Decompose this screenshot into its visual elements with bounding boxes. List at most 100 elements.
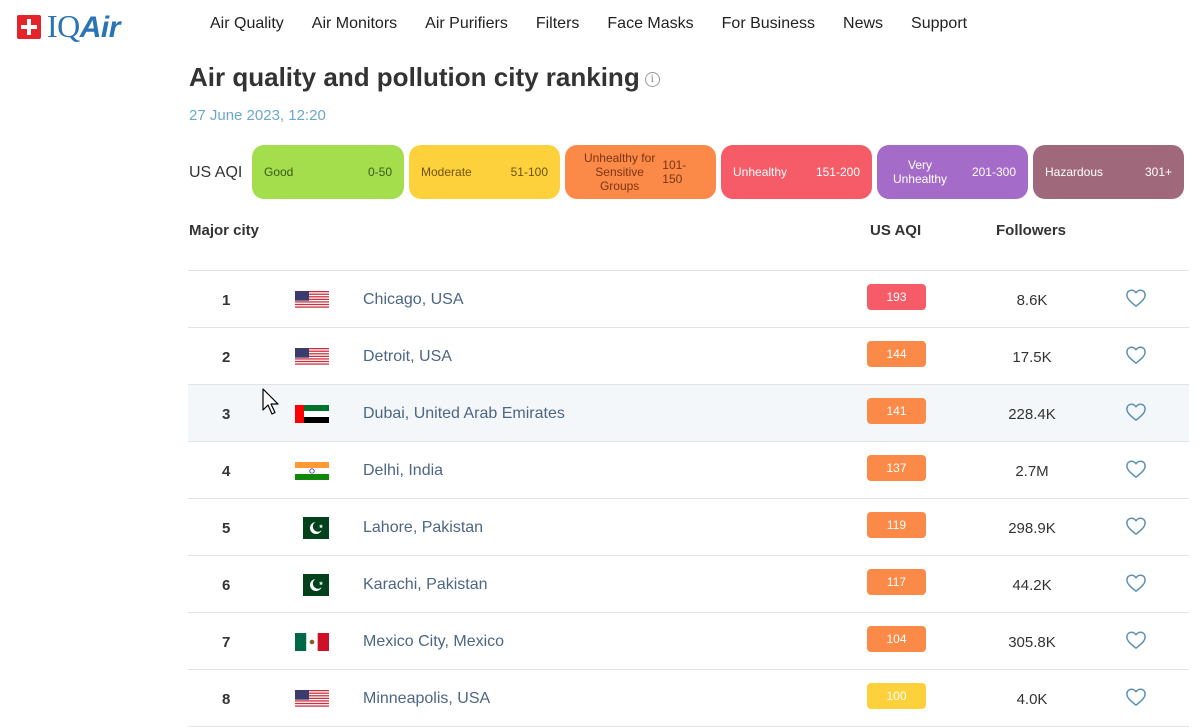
heart-icon[interactable] (1125, 573, 1147, 593)
rank-number: 4 (222, 463, 231, 480)
heart-icon[interactable] (1125, 630, 1147, 650)
iqair-logo[interactable]: IQAir (17, 8, 120, 44)
heart-icon[interactable] (1125, 402, 1147, 422)
legend-unhealthy: Unhealthy 151-200 (721, 145, 872, 199)
table-row[interactable]: 6 Karachi, Pakistan 117 44.2K (188, 556, 1189, 613)
nav-for-business[interactable]: For Business (722, 15, 815, 33)
city-link[interactable]: Dubai, United Arab Emirates (363, 405, 565, 423)
legend-range: 201-300 (971, 165, 1016, 179)
table-row[interactable]: 8 Minneapolis, USA 100 4.0K (188, 670, 1189, 727)
aqi-badge: 193 (867, 284, 926, 310)
legend-range: 51-100 (510, 165, 548, 179)
legend-name: Good (264, 165, 294, 179)
nav-support[interactable]: Support (911, 15, 967, 33)
aqi-badge: 141 (867, 398, 926, 424)
aqi-badge: 137 (867, 455, 926, 481)
legend-very-unhealthy: Very Unhealthy 201-300 (877, 145, 1028, 199)
city-link[interactable]: Delhi, India (363, 462, 443, 480)
legend-range: 101-150 (662, 158, 687, 186)
legend-name: Unhealthy (733, 165, 788, 179)
nav-air-purifiers[interactable]: Air Purifiers (425, 15, 508, 33)
rank-number: 6 (222, 577, 231, 594)
heart-icon[interactable] (1125, 288, 1147, 308)
country-flag (295, 690, 329, 708)
legend-unhealthy-sensitive: Unhealthy for Sensitive Groups 101-150 (565, 145, 716, 199)
nav-face-masks[interactable]: Face Masks (607, 15, 693, 33)
table-row[interactable]: 3 Dubai, United Arab Emirates 141 228.4K (188, 385, 1189, 442)
followers-count: 2.7M (1015, 463, 1049, 480)
legend-moderate: Moderate 51-100 (409, 145, 560, 199)
aqi-badge: 104 (867, 626, 926, 652)
ranking-table: 1 Chicago, USA 193 8.6K 2 Detroit, USA 144 17.5… (188, 271, 1189, 727)
column-header-followers: Followers (996, 222, 1067, 239)
legend-label: US AQI (189, 164, 243, 181)
country-flag (303, 574, 329, 596)
rank-number: 2 (222, 349, 231, 366)
city-link[interactable]: Detroit, USA (363, 348, 452, 366)
usa-flag-icon (295, 291, 329, 309)
usa-flag-icon (295, 690, 329, 708)
table-row[interactable]: 4 Delhi, India 137 2.7M (188, 442, 1189, 499)
legend-hazardous: Hazardous 301+ (1033, 145, 1184, 199)
rank-number: 3 (222, 406, 231, 423)
table-row[interactable]: 7 Mexico City, Mexico 104 305.8K (188, 613, 1189, 670)
table-row[interactable]: 2 Detroit, USA 144 17.5K (188, 328, 1189, 385)
heart-icon[interactable] (1125, 516, 1147, 536)
column-header-city: Major city (189, 222, 260, 239)
mexico-flag-icon (295, 633, 329, 651)
nav-air-monitors[interactable]: Air Monitors (312, 15, 397, 33)
city-link[interactable]: Lahore, Pakistan (363, 519, 483, 537)
nav-filters[interactable]: Filters (536, 15, 580, 33)
nav-air-quality[interactable]: Air Quality (210, 15, 284, 33)
rank-number: 1 (222, 292, 231, 309)
info-icon[interactable]: i (644, 72, 660, 87)
legend-range: 0-50 (367, 165, 392, 179)
city-link[interactable]: Minneapolis, USA (363, 690, 490, 708)
rank-number: 7 (222, 634, 231, 651)
usa-flag-icon (295, 348, 329, 366)
followers-count: 17.5K (1012, 349, 1052, 366)
pakistan-flag-icon (303, 574, 329, 596)
country-flag (295, 462, 329, 480)
swiss-flag-icon (17, 15, 41, 39)
ranking-date: 27 June 2023, 12:20 (189, 107, 326, 124)
legend-good: Good 0-50 (252, 145, 404, 199)
followers-count: 4.0K (1016, 691, 1048, 708)
city-link[interactable]: Chicago, USA (363, 291, 464, 309)
column-header-aqi: US AQI (870, 222, 922, 239)
mouse-cursor-icon (262, 388, 279, 415)
followers-count: 44.2K (1012, 577, 1052, 594)
legend-name: Moderate (421, 165, 472, 179)
main-nav: Air Quality Air Monitors Air Purifiers F… (210, 15, 995, 33)
uae-flag-icon (295, 405, 329, 423)
rank-number: 5 (222, 520, 231, 537)
followers-count: 228.4K (1008, 406, 1056, 423)
followers-count: 298.9K (1008, 520, 1056, 537)
country-flag (295, 633, 329, 651)
country-flag (295, 348, 329, 366)
heart-icon[interactable] (1125, 459, 1147, 479)
page-title: Air quality and pollution city ranking i (189, 62, 660, 93)
india-flag-icon (295, 462, 329, 480)
legend-name: Unhealthy for Sensitive Groups (583, 151, 656, 193)
city-link[interactable]: Karachi, Pakistan (363, 576, 488, 594)
table-row[interactable]: 5 Lahore, Pakistan 119 298.9K (188, 499, 1189, 556)
brand-name: IQAir (47, 8, 120, 44)
aqi-badge: 117 (867, 569, 926, 595)
followers-count: 8.6K (1016, 292, 1048, 309)
table-row[interactable]: 1 Chicago, USA 193 8.6K (188, 271, 1189, 328)
aqi-badge: 119 (867, 512, 926, 538)
aqi-badge: 144 (867, 341, 926, 367)
city-link[interactable]: Mexico City, Mexico (363, 633, 504, 651)
aqi-legend: Good 0-50 Moderate 51-100 Unhealthy for … (252, 145, 1184, 199)
followers-count: 305.8K (1008, 634, 1056, 651)
legend-range: 151-200 (815, 165, 860, 179)
pakistan-flag-icon (303, 517, 329, 539)
legend-range: 301+ (1144, 165, 1172, 179)
page-title-text: Air quality and pollution city ranking (189, 62, 640, 92)
rank-number: 8 (222, 691, 231, 708)
heart-icon[interactable] (1125, 687, 1147, 707)
nav-news[interactable]: News (843, 15, 883, 33)
aqi-badge: 100 (867, 683, 926, 709)
heart-icon[interactable] (1125, 345, 1147, 365)
